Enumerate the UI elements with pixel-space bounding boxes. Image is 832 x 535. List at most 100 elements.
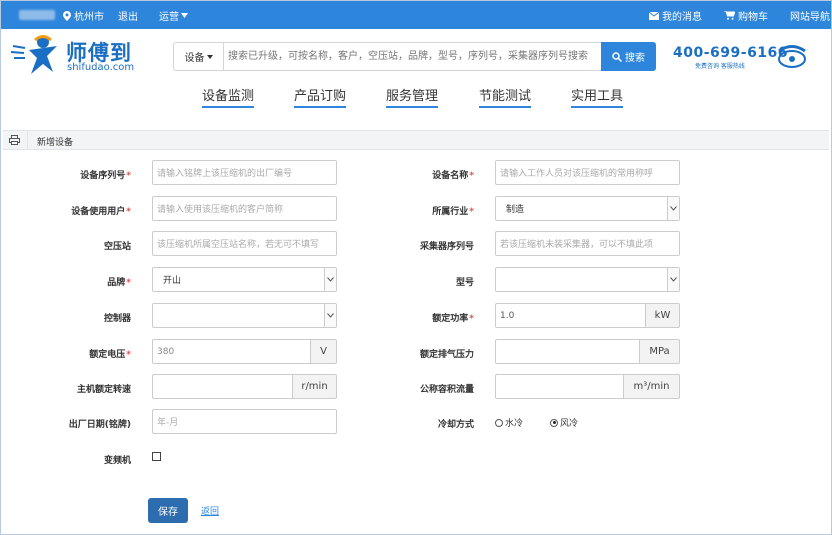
voltage-label-text: 额定电压 (89, 350, 126, 360)
chevron-down-icon (327, 277, 334, 282)
select-arrow (324, 304, 336, 327)
vfd-checkbox[interactable] (152, 452, 161, 461)
cart-link[interactable]: 购物车 (724, 8, 768, 23)
station-label: 空压站 (103, 242, 131, 252)
flow-input[interactable] (495, 374, 624, 399)
vfd-label: 变频机 (103, 456, 131, 466)
operations-menu[interactable]: 运营 (159, 8, 188, 23)
select-arrow (667, 197, 679, 220)
speed-unit: r/min (292, 374, 337, 399)
user-label: 设备使用用户* (31, 204, 131, 217)
nav-energy-test[interactable]: 节能测试 (479, 85, 532, 108)
user-label-text: 设备使用用户 (71, 207, 126, 217)
messages-link[interactable]: 我的消息 (649, 8, 702, 23)
panel-title: 新增设备 (37, 138, 74, 148)
logo[interactable]: 师傅到 shifudao.com (11, 34, 141, 76)
model-label: 型号 (455, 278, 474, 288)
speed-input[interactable] (152, 374, 293, 399)
panel-divider (27, 130, 28, 150)
industry-value: 制造 (506, 205, 525, 215)
search-type-dropdown[interactable]: 设备 (174, 43, 224, 70)
industry-select[interactable]: 制造 (495, 196, 680, 221)
radio-circle[interactable] (495, 418, 503, 427)
location-pin-icon (63, 10, 71, 21)
cooling-option-water[interactable]: 水冷 (495, 416, 523, 429)
required-star: * (126, 207, 131, 217)
flow-unit: m³/min (623, 374, 680, 399)
model-select[interactable] (495, 267, 680, 292)
nav-service-management[interactable]: 服务管理 (386, 85, 439, 108)
radio-circle-selected[interactable] (550, 418, 558, 427)
voltage-label: 额定电压* (31, 347, 131, 360)
logout-link[interactable]: 退出 (118, 8, 138, 23)
collector-label: 采集器序列号 (419, 242, 474, 252)
logo-domain: shifudao.com (67, 62, 135, 73)
cart-label: 购物车 (738, 12, 768, 23)
envelope-icon (649, 11, 659, 20)
chevron-down-icon (670, 206, 677, 211)
site-nav-link[interactable]: 网站导航 (790, 8, 830, 23)
serial-label: 设备序列号* (31, 168, 131, 181)
search-button-label: 搜索 (625, 53, 645, 64)
save-button[interactable]: 保存 (148, 498, 188, 523)
speed-label: 主机额定转速 (76, 385, 131, 395)
select-arrow (324, 268, 336, 291)
caret-down-icon (181, 13, 188, 18)
search-input[interactable] (226, 43, 598, 70)
select-arrow (667, 268, 679, 291)
required-star: * (469, 207, 474, 217)
search-type-label: 设备 (184, 53, 205, 64)
required-star: * (126, 278, 131, 288)
chevron-down-icon (327, 313, 334, 318)
industry-label-text: 所属行业 (432, 207, 469, 217)
brand-select[interactable]: 开山 (152, 267, 337, 292)
city-selector[interactable]: 杭州市 (63, 8, 104, 23)
required-star: * (126, 350, 131, 360)
controller-select[interactable] (152, 303, 337, 328)
cooling-option-air[interactable]: 风冷 (550, 416, 578, 429)
caret-down-icon (206, 54, 213, 59)
printer-icon[interactable] (9, 135, 20, 145)
device-name-input[interactable]: 请输入工作人员对该压缩机的常用称呼 (495, 160, 680, 185)
top-bar: 杭州市 退出 运营 我的消息 购物车 网站导航 (1, 1, 831, 29)
date-label: 出厂日期(铭牌) (68, 420, 131, 430)
industry-label: 所属行业* (374, 204, 474, 217)
cart-icon (724, 11, 735, 20)
voltage-unit: V (310, 339, 337, 364)
serial-label-text: 设备序列号 (80, 171, 126, 181)
flow-label: 公称容积流量 (419, 385, 474, 395)
pressure-label: 额定排气压力 (419, 350, 474, 360)
voltage-input[interactable]: 380 (152, 339, 311, 364)
search-bar: 设备 搜索 (173, 42, 656, 71)
pressure-input[interactable] (495, 339, 640, 364)
required-star: * (469, 314, 474, 324)
telephone-icon (778, 45, 806, 68)
search-button[interactable]: 搜索 (601, 42, 656, 71)
user-input[interactable]: 请输入使用该压缩机的客户简称 (152, 196, 337, 221)
panel-header: 新增设备 (3, 130, 829, 150)
hotline-subtitle: 免费咨询 客服热线 (695, 63, 745, 70)
pressure-unit: MPa (639, 339, 680, 364)
power-label: 额定功率* (374, 311, 474, 324)
date-input[interactable]: 年-月 (152, 409, 337, 434)
city-label: 杭州市 (74, 12, 104, 23)
hotline: 400-699-6166 免费咨询 客服热线 (673, 45, 788, 70)
main-nav: 设备监测 产品订购 服务管理 节能测试 实用工具 (1, 83, 831, 108)
power-unit: kW (645, 303, 680, 328)
nav-device-monitoring[interactable]: 设备监测 (202, 85, 255, 108)
username-blurred[interactable] (19, 10, 55, 20)
brand-label-text: 品牌 (107, 278, 126, 288)
nav-product-order[interactable]: 产品订购 (294, 85, 347, 108)
controller-label: 控制器 (103, 314, 131, 324)
back-link[interactable]: 返回 (201, 504, 219, 517)
required-star: * (126, 171, 131, 181)
messages-label: 我的消息 (662, 12, 702, 23)
power-input[interactable]: 1.0 (495, 303, 646, 328)
device-name-label-text: 设备名称 (432, 171, 469, 181)
serial-input[interactable]: 请输入铭牌上该压缩机的出厂编号 (152, 160, 337, 185)
cooling-water-label: 水冷 (505, 419, 524, 429)
brand-label: 品牌* (31, 275, 131, 288)
collector-input[interactable]: 若该压缩机未装采集器，可以不填此项 (495, 231, 680, 256)
station-input[interactable]: 该压缩机所属空压站名称，若无可不填写 (152, 231, 337, 256)
nav-tools[interactable]: 实用工具 (571, 85, 624, 108)
